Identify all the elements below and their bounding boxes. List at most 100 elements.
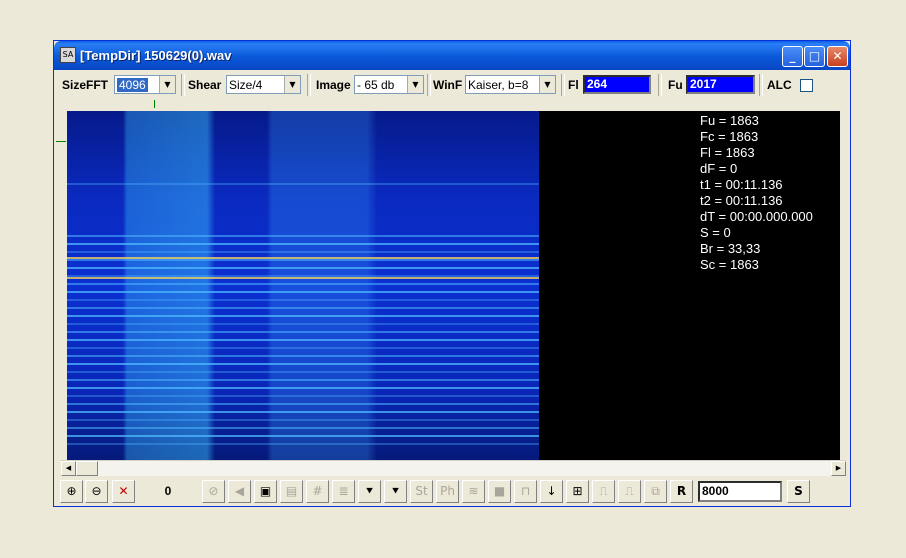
cancel-icon[interactable]: ⊘: [202, 480, 225, 503]
grid-icon[interactable]: ▤: [280, 480, 303, 503]
harmonic-line: [67, 379, 539, 381]
multi-marker-icon[interactable]: ⯆: [384, 480, 407, 503]
frame-icon[interactable]: ▣: [254, 480, 277, 503]
harmonic-line: [67, 443, 539, 445]
counter-value: 0: [164, 484, 172, 498]
copy-icon[interactable]: ⧉: [644, 480, 667, 503]
fl-field[interactable]: 264: [583, 75, 651, 94]
image-label: Image: [316, 78, 351, 92]
layers-icon[interactable]: ≣: [332, 480, 355, 503]
scroll-right-icon[interactable]: ▶: [831, 461, 846, 476]
scroll-left-icon[interactable]: ◀: [61, 461, 76, 476]
fu-field[interactable]: 2017: [686, 75, 755, 94]
window-title: [TempDir] 150629(0).wav: [80, 48, 232, 63]
scroll-thumb[interactable]: [76, 461, 98, 476]
winf-value: Kaiser, b=8: [468, 78, 529, 92]
spectrogram-image[interactable]: [67, 111, 539, 460]
image-select[interactable]: - 65 db ▼: [354, 75, 424, 94]
separator: [561, 74, 565, 96]
harmonic-line: [67, 387, 539, 389]
readout-t2: t2 = 00:11.136: [700, 193, 783, 208]
chevron-down-icon[interactable]: ▼: [284, 76, 300, 93]
harmonic-line: [67, 419, 539, 421]
readout-s: S = 0: [700, 225, 731, 240]
readout-br: Br = 33,33: [700, 241, 761, 256]
harmonic-line: [67, 251, 539, 253]
pulse-icon[interactable]: ⊓: [514, 480, 537, 503]
hash-icon[interactable]: #: [306, 480, 329, 503]
harmonic-line: [67, 427, 539, 429]
qr-icon[interactable]: ⊞: [566, 480, 589, 503]
alc-checkbox[interactable]: [800, 79, 813, 92]
readout-fl: Fl = 1863: [700, 145, 755, 160]
alc-label: ALC: [767, 78, 792, 92]
step-icon[interactable]: ⎍: [592, 480, 615, 503]
st-button[interactable]: St: [410, 480, 433, 503]
stop-icon[interactable]: ■: [488, 480, 511, 503]
harmonic-line: [67, 307, 539, 309]
marker-down-icon[interactable]: ⯆: [358, 480, 381, 503]
harmonic-line: [67, 299, 539, 301]
freq-marker: [56, 141, 66, 142]
harmonic-line: [67, 363, 539, 365]
s-button[interactable]: S: [787, 480, 810, 503]
harmonic-line: [67, 347, 539, 349]
harmonic-line: [67, 267, 539, 269]
winf-label: WinF: [433, 78, 463, 92]
harmonic-line: [67, 395, 539, 397]
spectrogram-display[interactable]: Fu = 1863 Fc = 1863 Fl = 1863 dF = 0 t1 …: [67, 111, 840, 460]
delete-icon[interactable]: ✕: [112, 480, 135, 503]
harmonic-line: [67, 411, 539, 413]
sample-rate-input[interactable]: 8000: [698, 481, 782, 502]
sizefft-value: 4096: [117, 78, 148, 92]
ph-button[interactable]: Ph: [436, 480, 459, 503]
shear-label: Shear: [188, 78, 222, 92]
harmonic-line: [67, 283, 539, 285]
app-icon: SA: [60, 47, 76, 63]
close-button[interactable]: ✕: [827, 46, 848, 67]
time-marker: [154, 100, 155, 108]
chevron-down-icon[interactable]: ▼: [407, 76, 423, 93]
zoom-in-icon[interactable]: ⊕: [60, 480, 83, 503]
readout-fc: Fc = 1863: [700, 129, 759, 144]
fu-label: Fu: [668, 78, 683, 92]
harmonic-line: [67, 259, 539, 261]
harmonic-line: [67, 235, 539, 237]
zoom-out-icon[interactable]: ⊖: [85, 480, 108, 503]
harmonic-line: [67, 435, 539, 437]
readout-fu: Fu = 1863: [700, 113, 759, 128]
scale-icon[interactable]: ↓: [540, 480, 563, 503]
readout-dt: dT = 00:00.000.000: [700, 209, 813, 224]
readout-sc: Sc = 1863: [700, 257, 759, 272]
hot-line: [67, 257, 539, 259]
shear-select[interactable]: Size/4 ▼: [226, 75, 301, 94]
harmonic-line: [67, 183, 539, 185]
readout-df: dF = 0: [700, 161, 738, 176]
separator: [658, 74, 662, 96]
top-toolbar: SizeFFT 4096 ▼ Shear Size/4 ▼ Image - 65…: [54, 70, 850, 99]
separator: [427, 74, 431, 96]
harmonic-line: [67, 323, 539, 325]
sizefft-select[interactable]: 4096 ▼: [114, 75, 176, 94]
title-bar[interactable]: SA [TempDir] 150629(0).wav _ □ ✕: [54, 41, 850, 70]
minimize-button[interactable]: _: [782, 46, 803, 67]
harmonic-line: [67, 403, 539, 405]
harmonic-line: [67, 331, 539, 333]
chevron-down-icon[interactable]: ▼: [159, 76, 175, 93]
winf-select[interactable]: Kaiser, b=8 ▼: [465, 75, 556, 94]
readout-t1: t1 = 00:11.136: [700, 177, 783, 192]
fl-label: Fl: [568, 78, 579, 92]
waveform-icon[interactable]: ≋: [462, 480, 485, 503]
speaker-icon[interactable]: ◀: [228, 480, 251, 503]
app-window: SA [TempDir] 150629(0).wav _ □ ✕ SizeFFT…: [53, 40, 851, 507]
harmonic-line: [67, 355, 539, 357]
harmonic-line: [67, 371, 539, 373]
chevron-down-icon[interactable]: ▼: [539, 76, 555, 93]
image-value: - 65 db: [357, 78, 395, 92]
separator: [307, 74, 311, 96]
maximize-button[interactable]: □: [804, 46, 825, 67]
hot-line: [67, 277, 539, 279]
r-button[interactable]: R: [670, 480, 693, 503]
horizontal-scrollbar[interactable]: ◀ ▶: [61, 460, 846, 476]
wave-shape-icon[interactable]: ⎍: [618, 480, 641, 503]
